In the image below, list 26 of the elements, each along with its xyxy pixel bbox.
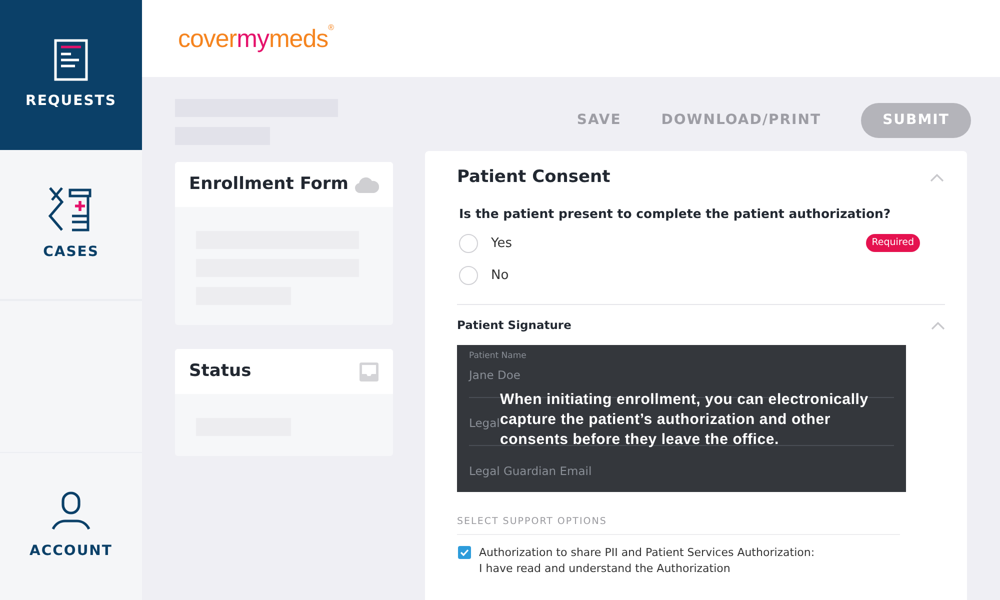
logo: covermymeds® <box>178 24 334 54</box>
chevron-icon[interactable] <box>930 174 944 182</box>
section-title: Patient Consent <box>457 166 610 189</box>
cloud-icon <box>355 176 379 192</box>
checkbox-label: Authorization to share PII and Patient Services Authorization: I have read and understand the Authorization <box>479 544 815 577</box>
person-icon <box>51 491 91 531</box>
document-icon <box>54 38 88 80</box>
inbox-icon <box>359 362 379 382</box>
card-title: Status <box>189 360 252 383</box>
card-title: Enrollment Form <box>189 172 349 196</box>
toolbar-button[interactable]: DOWNLOAD/PRINT <box>661 110 821 130</box>
toolbar-button[interactable]: SAVE <box>576 110 622 130</box>
radio-label: No <box>491 266 509 284</box>
required-badge: Required <box>866 234 920 252</box>
radio-button[interactable] <box>459 234 478 253</box>
subsection-title: Patient Signature <box>457 317 572 334</box>
chevron-icon[interactable] <box>931 322 945 330</box>
pill-bottle-icon <box>48 186 94 232</box>
radio-button[interactable] <box>459 266 478 285</box>
radio-label: Yes <box>491 234 512 252</box>
text-input[interactable]: Patient Name Jane Doe <box>469 350 526 386</box>
section-heading: SELECT SUPPORT OPTIONS <box>457 514 900 535</box>
sidebar-item[interactable]: REQUESTS <box>0 0 142 150</box>
question-text: Is the patient present to complete the patient authorization? <box>459 204 892 223</box>
checkbox[interactable] <box>458 546 471 559</box>
text-input[interactable]: Legal <box>469 398 500 434</box>
